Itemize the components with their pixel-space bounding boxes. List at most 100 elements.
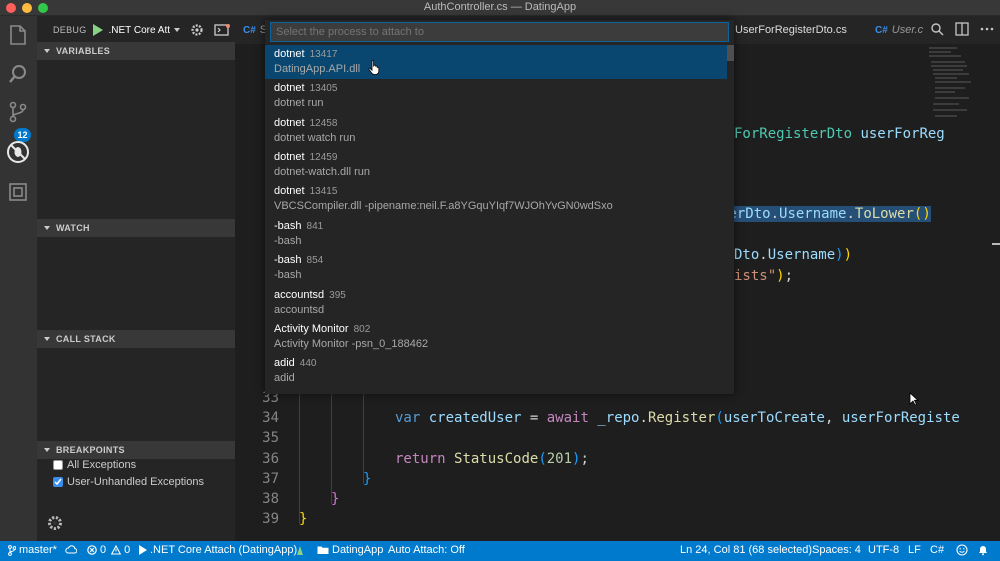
activity-bar: 12 bbox=[0, 16, 37, 541]
language-selector[interactable]: C# bbox=[930, 544, 944, 556]
live-share-button[interactable] bbox=[295, 544, 305, 556]
process-id: 841 bbox=[306, 221, 324, 232]
explorer-icon[interactable] bbox=[6, 24, 30, 48]
csharp-file-icon: C# bbox=[875, 24, 888, 36]
process-detail: adid bbox=[274, 372, 295, 384]
auto-attach-toggle[interactable]: Auto Attach: Off bbox=[388, 544, 465, 556]
breakpoint-all-exceptions[interactable]: All Exceptions bbox=[53, 459, 136, 471]
minimap[interactable] bbox=[927, 44, 987, 244]
folder-indicator[interactable]: DatingApp bbox=[317, 544, 383, 556]
hand-cursor-icon bbox=[368, 60, 380, 75]
bell-icon bbox=[979, 546, 987, 556]
pointer-cursor-icon bbox=[909, 392, 919, 406]
breakpoints-title: BREAKPOINTS bbox=[56, 445, 125, 455]
breakpoint-label: All Exceptions bbox=[67, 459, 137, 471]
manage-gear-icon[interactable] bbox=[46, 514, 64, 532]
code-fragment: ForRegisterDto userForReg bbox=[734, 126, 945, 142]
process-item[interactable]: -bash 854 -bash bbox=[265, 251, 727, 285]
folder-name: DatingApp bbox=[332, 544, 384, 556]
process-detail: -bash bbox=[274, 235, 302, 247]
line-number: 34 bbox=[262, 410, 279, 426]
tab-user[interactable]: C# User.c bbox=[875, 16, 923, 44]
line-number: 37 bbox=[262, 471, 279, 487]
code-line-37: } bbox=[363, 471, 372, 487]
process-item[interactable]: dotnet 13417 DatingApp.API.dll bbox=[265, 45, 727, 79]
chevron-down-icon bbox=[174, 28, 181, 32]
process-item[interactable]: -bash 841 -bash bbox=[265, 217, 727, 251]
encoding-label: UTF-8 bbox=[868, 544, 900, 556]
checkbox-checked[interactable] bbox=[53, 477, 63, 487]
process-detail: -bash bbox=[274, 269, 302, 281]
process-detail: accountsd bbox=[274, 304, 325, 316]
indentation-label: Spaces: 4 bbox=[812, 544, 861, 556]
gear-icon[interactable] bbox=[190, 23, 204, 37]
start-debugging-icon[interactable] bbox=[92, 24, 103, 36]
sync-button[interactable] bbox=[65, 544, 77, 555]
chevron-down-icon bbox=[44, 49, 50, 53]
process-name: dotnet bbox=[274, 185, 305, 197]
process-name: accountsd bbox=[274, 289, 325, 301]
breakpoint-user-unhandled-exceptions[interactable]: User-Unhandled Exceptions bbox=[53, 476, 204, 488]
process-item[interactable]: dotnet 12459 dotnet-watch.dll run bbox=[265, 148, 727, 182]
process-detail: dotnet watch run bbox=[274, 132, 356, 144]
feedback-button[interactable] bbox=[956, 544, 968, 556]
notifications-button[interactable] bbox=[977, 544, 989, 556]
debug-configuration-value: .NET Core Att bbox=[108, 24, 171, 36]
process-item[interactable]: Activity Monitor 802 Activity Monitor -ps… bbox=[265, 320, 727, 354]
tab-authcontroller[interactable]: C# S bbox=[243, 16, 267, 44]
process-name: -bash bbox=[274, 254, 302, 266]
debug-config-indicator[interactable]: .NET Core Attach (DatingApp) bbox=[139, 544, 297, 556]
process-detail: dotnet run bbox=[274, 97, 324, 109]
scroll-position-marker bbox=[992, 243, 1000, 245]
process-item[interactable]: accountsd 395 accountsd bbox=[265, 286, 727, 320]
call-stack-section-header[interactable]: CALL STACK bbox=[37, 330, 235, 348]
debug-configuration-select[interactable]: .NET Core Att bbox=[109, 25, 181, 36]
process-item[interactable]: dotnet 13415 VBCSCompiler.dll -pipename:n… bbox=[265, 182, 727, 216]
debug-console-icon[interactable] bbox=[214, 24, 231, 36]
open-changes-icon[interactable] bbox=[930, 22, 944, 36]
process-id: 12459 bbox=[309, 152, 338, 163]
variables-section-header[interactable]: VARIABLES bbox=[37, 42, 235, 60]
chevron-down-icon bbox=[44, 337, 50, 341]
process-id: 13415 bbox=[309, 186, 338, 197]
process-list: dotnet 13417 DatingApp.API.dll dotnet 1340… bbox=[265, 45, 734, 394]
quick-pick-scrollbar[interactable] bbox=[727, 45, 734, 61]
indent-guide bbox=[299, 394, 300, 524]
line-number: 39 bbox=[262, 511, 279, 527]
csharp-file-icon: C# bbox=[243, 24, 256, 36]
chevron-down-icon bbox=[44, 226, 50, 230]
process-item[interactable]: dotnet 13405 dotnet run bbox=[265, 79, 727, 113]
cloud-sync-icon bbox=[65, 545, 77, 554]
watch-title: WATCH bbox=[56, 223, 90, 233]
cursor-position[interactable]: Ln 24, Col 81 (68 selected) bbox=[680, 544, 812, 556]
process-search-input[interactable] bbox=[270, 22, 729, 42]
code-fragment: Dto.Username)) bbox=[734, 247, 853, 263]
process-name: dotnet bbox=[274, 82, 305, 94]
breakpoints-section-header[interactable]: BREAKPOINTS bbox=[37, 441, 235, 459]
encoding-selector[interactable]: UTF-8 bbox=[868, 544, 899, 556]
problems-indicator[interactable]: 0 0 bbox=[87, 544, 130, 556]
process-item[interactable]: adid 440 adid bbox=[265, 354, 727, 388]
process-item[interactable]: dotnet 12458 dotnet watch run bbox=[265, 114, 727, 148]
variables-title: VARIABLES bbox=[56, 46, 111, 56]
branch-indicator[interactable]: master* bbox=[8, 544, 57, 556]
tab-userforregisterdto[interactable]: UserForRegisterDto.cs bbox=[735, 16, 847, 44]
process-name: adid bbox=[274, 357, 295, 369]
branch-name: master* bbox=[19, 544, 57, 556]
flask-icon bbox=[297, 546, 303, 555]
watch-section-header[interactable]: WATCH bbox=[37, 219, 235, 237]
status-bar: master* 0 0 .NET Core Attach (DatingApp)… bbox=[0, 541, 1000, 561]
code-fragment: terDto.Username.ToLower() bbox=[720, 206, 931, 222]
checkbox-unchecked[interactable] bbox=[53, 460, 63, 470]
more-actions-icon[interactable] bbox=[980, 22, 994, 36]
debug-icon[interactable] bbox=[6, 140, 30, 164]
search-icon[interactable] bbox=[6, 62, 30, 86]
extensions-icon[interactable] bbox=[6, 180, 30, 204]
debug-toolbar: DEBUG .NET Core Att bbox=[37, 16, 235, 44]
source-control-icon[interactable] bbox=[6, 100, 30, 124]
process-detail: Activity Monitor -psn_0_188462 bbox=[274, 338, 429, 350]
indentation-selector[interactable]: Spaces: 4 bbox=[812, 544, 861, 556]
language-label: C# bbox=[930, 544, 945, 556]
eol-selector[interactable]: LF bbox=[908, 544, 921, 556]
split-editor-icon[interactable] bbox=[955, 22, 969, 36]
